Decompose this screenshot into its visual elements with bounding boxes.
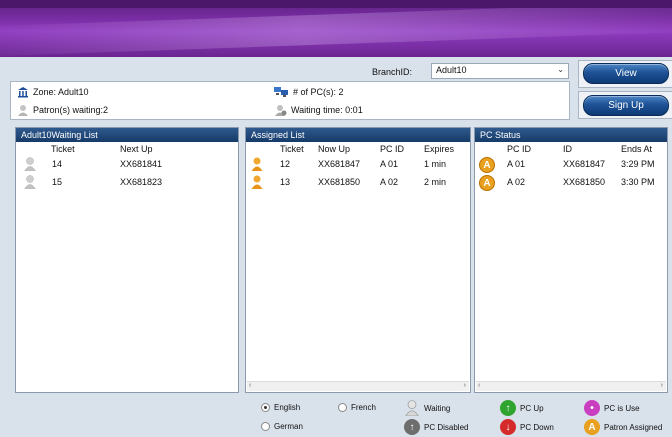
legend-pc-down: ↓ PC Down	[500, 419, 554, 435]
waiting-list-panel: Adult10Waiting List Ticket Next Up 14 XX…	[15, 127, 239, 393]
column-header-next-up: Next Up	[120, 144, 153, 154]
column-header-ticket: Ticket	[51, 144, 75, 154]
column-header-ends-at: Ends At	[621, 144, 653, 154]
patron-assigned-icon: A	[584, 419, 600, 435]
view-button[interactable]: View	[583, 63, 669, 84]
table-row[interactable]: 13 XX681850 A 02 2 min	[246, 174, 470, 192]
column-header-id: ID	[563, 144, 572, 154]
table-row[interactable]: A A 02 XX681850 3:30 PM	[475, 174, 667, 192]
legend-waiting-label: Waiting	[424, 403, 451, 413]
patrons-waiting-label: Patron(s) waiting:2	[33, 105, 109, 115]
computers-icon	[274, 87, 288, 97]
pc-status-title: PC Status	[475, 128, 667, 142]
legend-pc-up-label: PC Up	[520, 403, 544, 413]
english-label: English	[274, 403, 301, 412]
next-up-cell: XX681841	[120, 159, 163, 169]
language-option-french[interactable]: French	[338, 403, 376, 412]
column-header-pc-id: PC ID	[507, 144, 532, 154]
french-label: French	[351, 403, 376, 412]
scroll-left-icon[interactable]: ‹	[249, 382, 251, 389]
ticket-cell: 12	[280, 159, 291, 169]
patron-assigned-badge-icon: A	[479, 175, 495, 191]
waiting-time-label: Waiting time: 0:01	[291, 105, 363, 115]
german-radio[interactable]	[261, 422, 270, 431]
now-up-cell: XX681847	[318, 159, 361, 169]
german-label: German	[274, 422, 303, 431]
pc-count-label: # of PC(s): 2	[293, 87, 344, 97]
legend-pc-in-use-label: PC is Use	[604, 403, 640, 413]
person-waiting-icon	[405, 400, 419, 416]
scroll-right-icon[interactable]: ›	[661, 382, 663, 389]
patrons-waiting-info: Patron(s) waiting:2	[17, 104, 108, 116]
pc-id-cell: A 02	[507, 177, 526, 187]
legend-pc-disabled-label: PC Disabled	[424, 422, 469, 432]
ends-at-cell: 3:29 PM	[621, 159, 655, 169]
legend-waiting: Waiting	[404, 400, 450, 416]
ticket-cell: 13	[280, 177, 291, 187]
legend-patron-assigned: A Patron Assigned	[584, 419, 662, 435]
library-icon	[18, 87, 28, 98]
person-waiting-icon	[24, 175, 36, 189]
person-waiting-icon	[24, 157, 36, 171]
column-header-expires: Expires	[424, 144, 455, 154]
zone-label: Zone: Adult10	[33, 87, 89, 97]
pc-status-panel: PC Status PC ID ID Ends At A A 01 XX6818…	[474, 127, 668, 393]
ends-at-cell: 3:30 PM	[621, 177, 655, 187]
language-option-english[interactable]: English	[261, 403, 300, 412]
zone-info: Zone: Adult10	[17, 86, 89, 98]
person-gray-icon	[18, 105, 28, 116]
english-radio[interactable]	[261, 403, 270, 412]
table-row[interactable]: 14 XX681841	[16, 156, 238, 174]
branch-select-value: Adult10	[436, 65, 467, 75]
legend-pc-down-label: PC Down	[520, 422, 554, 432]
banner-decoration	[0, 0, 672, 57]
column-header-pc-id: PC ID	[380, 144, 405, 154]
pc-disabled-icon: ↑	[404, 419, 420, 435]
french-radio[interactable]	[338, 403, 347, 412]
expires-cell: 1 min	[424, 159, 447, 169]
branch-select[interactable]: Adult10 ⌄	[431, 63, 569, 79]
id-cell: XX681850	[563, 177, 606, 187]
ticket-cell: 15	[52, 177, 63, 187]
waiting-list-title: Adult10Waiting List	[16, 128, 238, 142]
clock-person-icon	[275, 105, 287, 116]
header-banner	[0, 0, 672, 57]
id-cell: XX681847	[563, 159, 606, 169]
next-up-cell: XX681823	[120, 177, 163, 187]
legend-pc-in-use: • PC is Use	[584, 400, 640, 416]
pc-id-cell: A 02	[380, 177, 399, 187]
pc-down-icon: ↓	[500, 419, 516, 435]
legend-pc-disabled: ↑ PC Disabled	[404, 419, 468, 435]
chevron-down-icon: ⌄	[557, 65, 564, 74]
legend-patron-assigned-label: Patron Assigned	[604, 422, 663, 432]
now-up-cell: XX681850	[318, 177, 361, 187]
expires-cell: 2 min	[424, 177, 447, 187]
table-row[interactable]: 15 XX681823	[16, 174, 238, 192]
info-panel: Zone: Adult10 Patron(s) waiting:2 # of P…	[10, 81, 570, 120]
pc-id-cell: A 01	[380, 159, 399, 169]
person-assigned-icon	[251, 175, 263, 189]
column-header-ticket: Ticket	[280, 144, 304, 154]
horizontal-scrollbar[interactable]: ‹ ›	[247, 381, 469, 391]
pc-count-info: # of PC(s): 2	[273, 86, 344, 98]
legend-pc-up: ↑ PC Up	[500, 400, 544, 416]
table-row[interactable]: 12 XX681847 A 01 1 min	[246, 156, 470, 174]
horizontal-scrollbar[interactable]: ‹ ›	[476, 381, 666, 391]
pc-in-use-icon: •	[584, 400, 600, 416]
patron-assigned-badge-icon: A	[479, 157, 495, 173]
waiting-time-info: Waiting time: 0:01	[275, 104, 363, 116]
scroll-left-icon[interactable]: ‹	[478, 382, 480, 389]
scroll-right-icon[interactable]: ›	[464, 382, 466, 389]
signup-button[interactable]: Sign Up	[583, 95, 669, 116]
ticket-cell: 14	[52, 159, 63, 169]
column-header-now-up: Now Up	[318, 144, 351, 154]
pc-up-icon: ↑	[500, 400, 516, 416]
branch-label: BranchID:	[372, 67, 413, 77]
table-row[interactable]: A A 01 XX681847 3:29 PM	[475, 156, 667, 174]
assigned-list-panel: Assigned List Ticket Now Up PC ID Expire…	[245, 127, 471, 393]
language-option-german[interactable]: German	[261, 422, 303, 431]
person-assigned-icon	[251, 157, 263, 171]
assigned-list-title: Assigned List	[246, 128, 470, 142]
pc-id-cell: A 01	[507, 159, 526, 169]
